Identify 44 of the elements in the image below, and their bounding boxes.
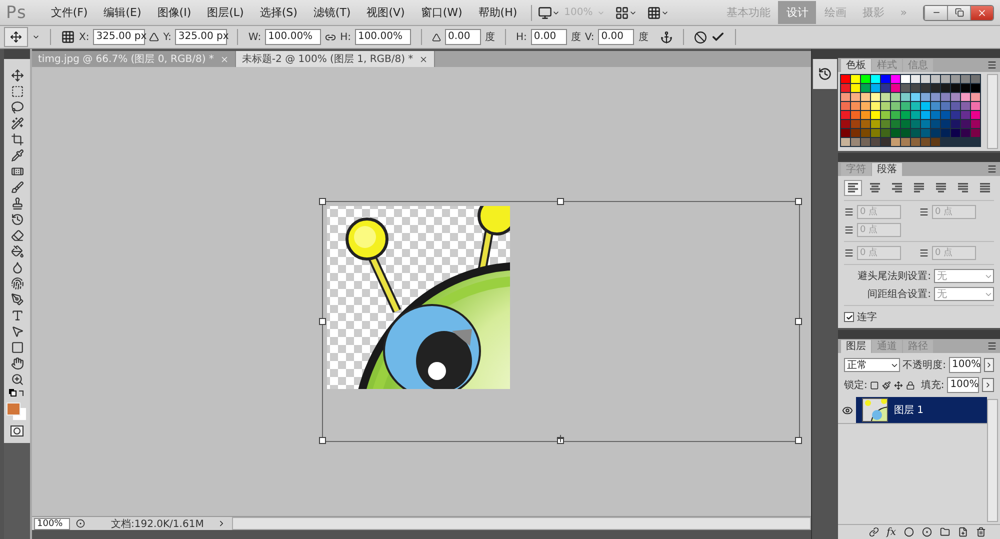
menu-item[interactable]: 选择(S) — [252, 5, 306, 20]
field-label: H: — [340, 32, 351, 42]
field-label: 填充: — [920, 378, 944, 392]
unit-label: 度 — [570, 30, 581, 44]
field-label: V: — [584, 32, 594, 42]
unit-label: 度 — [484, 30, 495, 44]
document-tab[interactable]: 未标题-2 @ 100% (图层 1, RGB/8) * — [236, 51, 436, 67]
layer-style-button[interactable]: fx — [886, 526, 896, 538]
input-field[interactable]: 100.00% — [265, 29, 322, 45]
input-field[interactable]: 325.00 px — [175, 29, 228, 45]
field-label: W: — [248, 32, 262, 42]
field-label: 间距组合设置: — [868, 288, 931, 301]
input-field[interactable]: 100.00% — [354, 29, 411, 45]
menu-item[interactable]: 窗口(W) — [412, 5, 470, 20]
field-label: 锁定: — [844, 378, 868, 392]
layer-name: 图层 1 — [894, 404, 924, 417]
input-field[interactable]: 0.00 — [530, 29, 567, 45]
panel-tab[interactable]: 色板 — [841, 59, 871, 72]
input-field[interactable]: 0.00 — [598, 29, 634, 45]
field-label: 避头尾法则设置: — [858, 270, 931, 283]
field-label: Y: — [163, 32, 172, 42]
document-size: 文档:192.0K/1.61M — [111, 518, 205, 530]
input-field[interactable]: 100% — [947, 377, 980, 393]
menu-item[interactable]: 滤镜(T) — [305, 5, 359, 20]
menu-item[interactable]: 帮助(H) — [470, 5, 526, 20]
field-label: 不透明度: — [902, 358, 946, 372]
menu-item[interactable]: 视图(V) — [358, 5, 413, 20]
menu-item[interactable]: 图像(I) — [149, 5, 200, 20]
field-label: X: — [79, 32, 90, 42]
unit-label: 度 — [638, 30, 648, 44]
app-logo: Ps — [6, 2, 27, 22]
blend-mode-dropdown[interactable]: 正常 — [844, 358, 900, 372]
checkbox-label: 连字 — [857, 310, 877, 324]
input-field[interactable]: 325.00 px — [93, 29, 146, 45]
input-field[interactable]: 0.00 — [444, 29, 481, 45]
input-field[interactable]: 100% — [949, 357, 981, 373]
layer-row[interactable]: 图层 1 — [838, 397, 987, 424]
menu-item[interactable]: 编辑(E) — [96, 5, 150, 20]
panel-tab[interactable]: 段落 — [872, 163, 902, 176]
zoom-field[interactable]: 100% — [34, 518, 70, 530]
panel-tab[interactable]: 图层 — [841, 340, 871, 353]
menu-item[interactable]: 文件(F) — [42, 5, 96, 20]
menu-item[interactable]: 图层(L) — [199, 5, 252, 20]
field-label: H: — [516, 32, 527, 42]
